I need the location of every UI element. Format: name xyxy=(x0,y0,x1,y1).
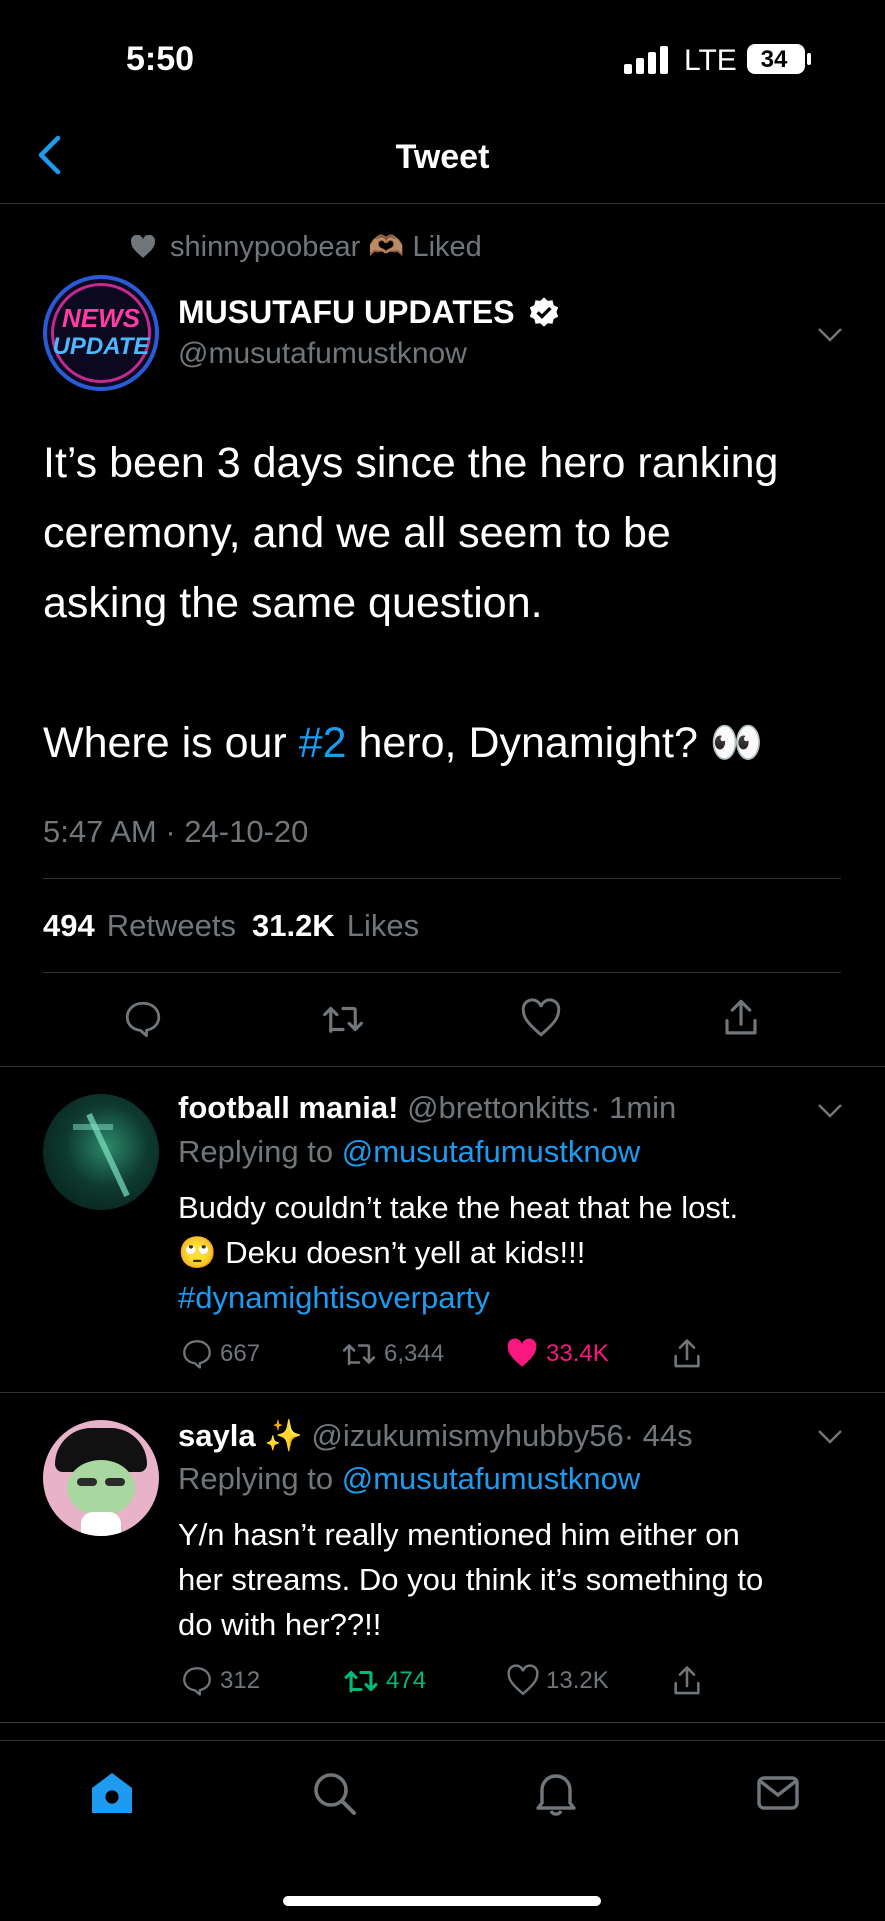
like-button[interactable] xyxy=(520,998,562,1040)
hashtag-link[interactable]: #dynamightisoverparty xyxy=(178,1275,738,1320)
author-name-row[interactable]: MUSUTAFU UPDATES xyxy=(178,294,561,331)
tab-search[interactable] xyxy=(310,1769,358,1817)
tweet-text-line: It’s been 3 days since the hero ranking xyxy=(43,439,779,487)
reply-time: · 1min xyxy=(590,1090,677,1125)
home-indicator xyxy=(283,1896,601,1906)
likes-count[interactable]: 31.2K xyxy=(252,908,335,944)
reply-comment-button[interactable]: 312 xyxy=(180,1664,260,1698)
tweet-text-line: asking the same question. xyxy=(43,579,543,627)
status-time: 5:50 xyxy=(126,40,195,78)
retweet-button[interactable] xyxy=(320,998,366,1040)
heart-outline-icon xyxy=(521,998,561,1037)
tweet-text-line: ceremony, and we all seem to be xyxy=(43,509,671,557)
reply-like-button[interactable]: 33.4K xyxy=(504,1337,609,1371)
comment-icon xyxy=(183,1340,211,1369)
status-bar: 5:50 LTE 34 xyxy=(0,0,885,110)
reply-header: football mania! @brettonkitts· 1min xyxy=(178,1090,676,1126)
divider xyxy=(0,1392,885,1393)
signal-icon xyxy=(624,46,670,74)
tweet-options-button[interactable] xyxy=(816,326,844,344)
comment-icon xyxy=(183,1667,211,1696)
reply-share-button[interactable] xyxy=(670,1336,704,1372)
tab-notifications[interactable] xyxy=(532,1769,580,1817)
divider xyxy=(43,878,841,879)
retweet-icon xyxy=(342,1344,376,1366)
author-display-name[interactable]: MUSUTAFU UPDATES xyxy=(178,294,515,331)
verified-badge-icon xyxy=(529,296,558,327)
reply-avatar[interactable] xyxy=(43,1420,159,1536)
divider xyxy=(43,972,841,973)
reply-share-button[interactable] xyxy=(670,1663,704,1699)
tweet-timestamp: 5:47 AM · 24-10-20 xyxy=(43,814,309,849)
reply-options-button[interactable] xyxy=(816,1428,844,1446)
avatar[interactable]: NEWS UPDATE xyxy=(43,275,159,391)
heart-filled-icon xyxy=(507,1338,537,1367)
tab-messages[interactable] xyxy=(754,1769,802,1817)
reply-author-name[interactable]: sayla ✨ xyxy=(178,1418,303,1453)
author-handle[interactable]: @musutafumustknow xyxy=(178,337,467,371)
replying-to: Replying to @musutafumustknow xyxy=(178,1134,641,1169)
hashtag-link[interactable]: #2 xyxy=(299,719,347,767)
bottom-tab-bar xyxy=(0,1740,885,1921)
share-icon xyxy=(725,999,757,1035)
reply-options-button[interactable] xyxy=(816,1102,844,1120)
tweet-text: It’s been 3 days since the hero ranking … xyxy=(43,428,778,778)
retweets-count[interactable]: 494 xyxy=(43,908,95,944)
network-label: LTE xyxy=(684,44,737,77)
replying-to-handle[interactable]: @musutafumustknow xyxy=(342,1461,641,1496)
chevron-down-icon xyxy=(818,1430,842,1444)
mail-icon xyxy=(757,1776,799,1810)
share-icon xyxy=(674,1666,700,1695)
battery-icon: 34 xyxy=(747,44,805,74)
heart-icon xyxy=(130,235,156,258)
reply-author-name[interactable]: football mania! xyxy=(178,1090,398,1125)
comment-icon xyxy=(125,1001,161,1038)
page-title: Tweet xyxy=(395,138,490,176)
divider xyxy=(0,1722,885,1723)
replying-to: Replying to @musutafumustknow xyxy=(178,1461,641,1496)
retweet-icon xyxy=(323,1006,363,1033)
reply-avatar[interactable] xyxy=(43,1094,159,1210)
chevron-down-icon xyxy=(818,328,842,342)
retweet-icon xyxy=(344,1670,378,1693)
replying-to-handle[interactable]: @musutafumustknow xyxy=(342,1134,641,1169)
divider xyxy=(0,1066,885,1067)
bell-icon xyxy=(536,1774,576,1816)
reply-retweet-button[interactable]: 6,344 xyxy=(340,1337,444,1371)
tab-home[interactable] xyxy=(88,1769,136,1817)
reply-comment-button[interactable]: 667 xyxy=(180,1337,260,1371)
avatar-text-update: UPDATE xyxy=(52,333,150,360)
reply-header: sayla ✨ @izukumismyhubby56· 44s xyxy=(178,1417,693,1454)
reply-button[interactable] xyxy=(122,998,164,1040)
reply-like-button[interactable]: 13.2K xyxy=(506,1664,609,1698)
avatar-text-news: NEWS xyxy=(62,303,140,333)
tweet-text-line: Where is our #2 hero, Dynamight? 👀 xyxy=(43,719,764,767)
reply-retweet-button[interactable]: 474 xyxy=(342,1664,426,1698)
social-context: shinnypoobear 🫶🏽 Liked xyxy=(130,230,482,264)
reply-text: Buddy couldn’t take the heat that he los… xyxy=(178,1185,738,1320)
reply-author-handle[interactable]: @izukumismyhubby56 xyxy=(311,1418,623,1453)
battery-level: 34 xyxy=(760,46,788,73)
reply-text: Y/n hasn’t really mentioned him either o… xyxy=(178,1517,764,1642)
chevron-down-icon xyxy=(818,1104,842,1118)
reply-author-handle[interactable]: @brettonkitts xyxy=(407,1090,590,1125)
home-icon xyxy=(92,1773,132,1813)
reply-time: · 44s xyxy=(623,1418,693,1453)
share-icon xyxy=(674,1339,700,1368)
search-icon xyxy=(314,1773,356,1815)
engagement-counts: 494 Retweets 31.2K Likes xyxy=(43,908,419,944)
likes-label[interactable]: Likes xyxy=(347,908,419,944)
share-button[interactable] xyxy=(720,996,762,1040)
retweets-label[interactable]: Retweets xyxy=(107,908,236,944)
header-divider xyxy=(0,203,885,204)
heart-outline-icon xyxy=(507,1664,539,1696)
